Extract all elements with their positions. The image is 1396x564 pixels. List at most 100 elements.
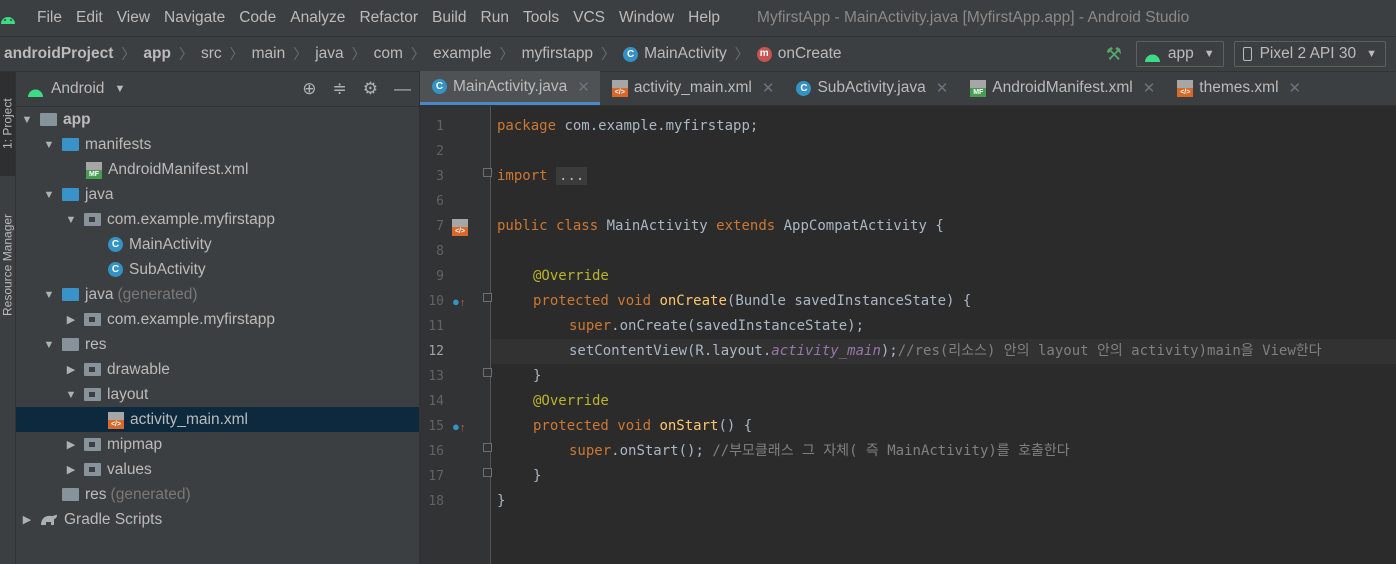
tree-node-package[interactable]: ▼ com.example.myfirstapp xyxy=(16,207,419,232)
menu-analyze[interactable]: Analyze xyxy=(283,9,352,27)
editor-gutter: 1 2 3 6 7 8 9 10 11 12 13 14 15 16 17 18… xyxy=(420,106,492,564)
code-token: .onStart(); xyxy=(611,443,713,459)
tree-node-manifests[interactable]: ▼ manifests xyxy=(16,132,419,157)
line-number: 16 xyxy=(428,444,444,459)
resource-manager-tab-label: Resource Manager xyxy=(0,213,15,317)
breadcrumb-mainactivity[interactable]: C MainActivity 〉 xyxy=(623,44,757,64)
folder-icon xyxy=(84,463,101,476)
tree-node-layout[interactable]: ▼ layout xyxy=(16,382,419,407)
tab-mainactivity[interactable]: C MainActivity.java ✕ xyxy=(420,71,600,105)
tree-node-label: values xyxy=(107,460,152,478)
menu-refactor[interactable]: Refactor xyxy=(352,9,425,27)
code-token: } xyxy=(533,468,542,484)
manifest-file-icon xyxy=(86,161,102,179)
dropdown-arrow-icon: ▼ xyxy=(114,83,126,95)
tree-node-package-generated[interactable]: ▶ com.example.myfirstapp xyxy=(16,307,419,332)
locate-icon[interactable]: ⊕ xyxy=(302,79,316,99)
dropdown-arrow-icon: ▼ xyxy=(1203,48,1215,60)
tree-node-label: java xyxy=(85,285,114,303)
menu-build[interactable]: Build xyxy=(425,9,473,27)
menu-view[interactable]: View xyxy=(110,9,157,27)
collapsed-arrow-icon: ▶ xyxy=(66,464,76,476)
breadcrumb-src[interactable]: src 〉 xyxy=(201,44,252,64)
tab-activity-main[interactable]: activity_main.xml ✕ xyxy=(600,71,785,105)
chevron-right-icon: 〉 xyxy=(351,46,366,62)
gradle-icon xyxy=(40,513,58,526)
hammer-build-icon[interactable]: ⚒ xyxy=(1106,44,1122,65)
tree-node-activity-main[interactable]: activity_main.xml xyxy=(16,407,419,432)
tree-node-java[interactable]: ▼ java xyxy=(16,182,419,207)
menu-edit[interactable]: Edit xyxy=(69,9,110,27)
project-view-selector[interactable]: Android ▼ xyxy=(28,80,125,98)
project-panel-tools: ⊕ ≑ ⚙ — xyxy=(286,72,411,106)
menu-vcs[interactable]: VCS xyxy=(566,9,612,27)
tree-node-java-generated[interactable]: ▼ java (generated) xyxy=(16,282,419,307)
device-select[interactable]: Pixel 2 API 30 ▼ xyxy=(1233,41,1386,67)
tab-themes[interactable]: themes.xml ✕ xyxy=(1165,71,1311,105)
override-marker-icon[interactable]: ●↑ xyxy=(452,414,465,439)
close-icon[interactable]: ✕ xyxy=(1289,79,1302,97)
close-icon[interactable]: ✕ xyxy=(1143,79,1156,97)
breadcrumb-androidproject[interactable]: androidProject 〉 xyxy=(4,44,143,64)
minimize-icon[interactable]: — xyxy=(394,79,411,99)
close-icon[interactable]: ✕ xyxy=(762,79,775,97)
tree-node-res[interactable]: ▼ res xyxy=(16,332,419,357)
run-config-select[interactable]: app ▼ xyxy=(1135,41,1224,67)
collapse-all-icon[interactable]: ≑ xyxy=(333,79,347,99)
project-tool-tab[interactable]: 1: Project xyxy=(0,72,15,176)
line-number: 3 xyxy=(436,169,444,184)
breadcrumb-main[interactable]: main 〉 xyxy=(252,44,316,64)
close-icon[interactable]: ✕ xyxy=(936,79,949,97)
tree-node-label: manifests xyxy=(85,135,152,153)
resource-manager-tab[interactable]: Resource Manager xyxy=(0,190,15,340)
activity-layout-icon[interactable] xyxy=(452,214,468,239)
tree-node-subactivity[interactable]: C SubActivity xyxy=(16,257,419,282)
project-view-label: Android xyxy=(51,80,105,97)
tree-node-app[interactable]: ▼ app xyxy=(16,107,419,132)
breadcrumb-oncreate[interactable]: m onCreate xyxy=(756,45,842,63)
menu-run[interactable]: Run xyxy=(474,9,516,27)
breadcrumb-label: main xyxy=(251,45,286,62)
menu-help[interactable]: Help xyxy=(681,9,727,27)
chevron-right-icon: 〉 xyxy=(293,46,308,62)
menu-tools[interactable]: Tools xyxy=(516,9,566,27)
menu-window[interactable]: Window xyxy=(612,9,681,27)
breadcrumb-app[interactable]: app 〉 xyxy=(143,44,201,64)
code-editor[interactable]: package com.example.myfirstapp; import .… xyxy=(491,106,1396,564)
chevron-right-icon: 〉 xyxy=(121,46,136,62)
breadcrumb-com[interactable]: com 〉 xyxy=(374,44,433,64)
menu-code[interactable]: Code xyxy=(232,9,283,27)
menu-navigate[interactable]: Navigate xyxy=(157,9,232,27)
folded-imports[interactable]: ... xyxy=(556,167,588,185)
tree-node-gradle-scripts[interactable]: ▶ Gradle Scripts xyxy=(16,507,419,532)
breadcrumb-myfirstapp[interactable]: myfirstapp 〉 xyxy=(522,44,624,64)
breadcrumb-label: com xyxy=(373,45,403,62)
tree-node-mipmap[interactable]: ▶ mipmap xyxy=(16,432,419,457)
override-marker-icon[interactable]: ●↑ xyxy=(452,289,465,314)
tree-node-res-generated[interactable]: res (generated) xyxy=(16,482,419,507)
tree-node-values[interactable]: ▶ values xyxy=(16,457,419,482)
tree-node-androidmanifest[interactable]: AndroidManifest.xml xyxy=(16,157,419,182)
code-token: ); xyxy=(880,343,898,359)
tree-node-label: app xyxy=(63,110,91,128)
tab-subactivity[interactable]: C SubActivity.java ✕ xyxy=(784,71,958,105)
folder-icon xyxy=(84,438,101,451)
breadcrumb-java[interactable]: java 〉 xyxy=(315,44,373,64)
code-line: public class MainActivity extends AppCom… xyxy=(491,214,1396,239)
tree-node-label: mipmap xyxy=(107,435,163,453)
tree-node-drawable[interactable]: ▶ drawable xyxy=(16,357,419,382)
gear-icon[interactable]: ⚙ xyxy=(363,79,378,99)
code-token: MainActivity xyxy=(598,218,717,234)
line-number: 10 xyxy=(428,294,444,309)
tree-node-label: res xyxy=(85,485,107,503)
tab-label: SubActivity.java xyxy=(817,79,926,96)
class-icon: C xyxy=(432,79,447,94)
expanded-arrow-icon: ▼ xyxy=(43,138,55,151)
code-line: } xyxy=(491,364,1396,389)
close-icon[interactable]: ✕ xyxy=(577,78,590,96)
tab-androidmanifest[interactable]: AndroidManifest.xml ✕ xyxy=(958,71,1165,105)
breadcrumb-example[interactable]: example 〉 xyxy=(433,44,522,64)
line-number: 1 xyxy=(436,119,444,134)
tree-node-mainactivity[interactable]: C MainActivity xyxy=(16,232,419,257)
menu-file[interactable]: File xyxy=(30,9,69,27)
